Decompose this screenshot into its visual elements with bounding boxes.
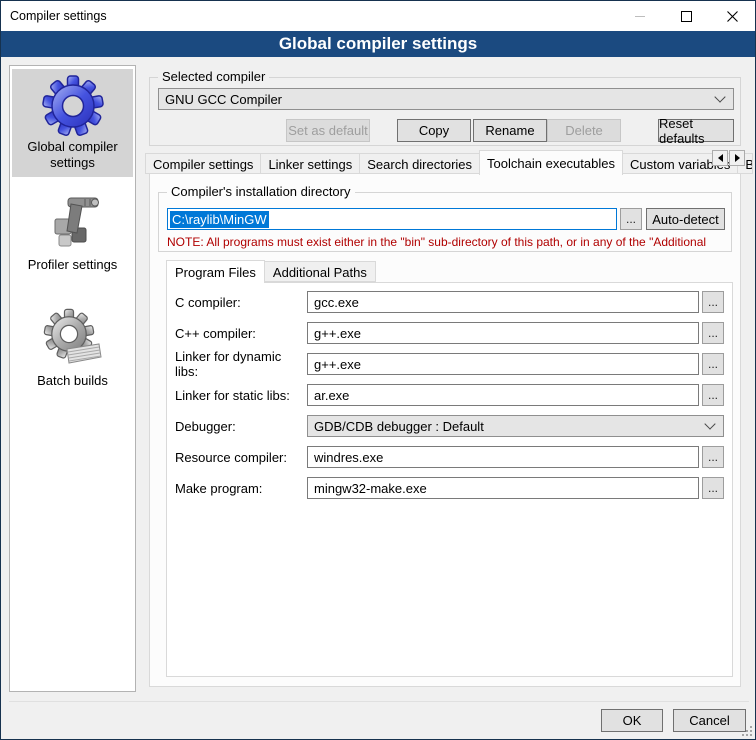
- tab-search-directories[interactable]: Search directories: [359, 153, 480, 174]
- field-label: C++ compiler:: [175, 326, 307, 341]
- triangle-left-icon: [714, 154, 723, 162]
- sidebar-item-global-compiler-settings[interactable]: Global compiler settings: [12, 69, 133, 177]
- caliper-tool-icon: [41, 191, 105, 255]
- row-make-program: Make program: mingw32-make.exe ...: [175, 477, 724, 499]
- sidebar-item-label: Batch builds: [12, 373, 133, 389]
- reset-defaults-button[interactable]: Reset defaults: [658, 119, 734, 142]
- main-tabs: Compiler settings Linker settings Search…: [145, 149, 747, 174]
- window-title: Compiler settings: [1, 9, 617, 23]
- selected-path-text: C:\raylib\MinGW: [170, 211, 269, 228]
- tab-compiler-settings[interactable]: Compiler settings: [145, 153, 261, 174]
- sidebar-item-batch-builds[interactable]: Batch builds: [12, 303, 133, 395]
- triangle-right-icon: [735, 154, 744, 162]
- debugger-select[interactable]: GDB/CDB debugger : Default: [307, 415, 724, 437]
- field-label: C compiler:: [175, 295, 307, 310]
- subtab-program-files[interactable]: Program Files: [166, 260, 265, 283]
- cpp-compiler-input[interactable]: g++.exe: [307, 322, 699, 344]
- field-label: Resource compiler:: [175, 450, 307, 465]
- row-cpp-compiler: C++ compiler: g++.exe ...: [175, 322, 724, 344]
- page-title: Global compiler settings: [1, 31, 755, 57]
- blue-gear-icon: [41, 73, 105, 137]
- resize-grip-icon[interactable]: [742, 726, 752, 736]
- sidebar-item-profiler-settings[interactable]: Profiler settings: [12, 187, 133, 279]
- installation-directory-browse-button[interactable]: ...: [620, 208, 642, 230]
- group-legend: Compiler's installation directory: [167, 184, 355, 199]
- close-button[interactable]: [709, 1, 755, 31]
- field-label: Debugger:: [175, 419, 307, 434]
- group-legend: Selected compiler: [158, 69, 269, 84]
- row-debugger: Debugger: GDB/CDB debugger : Default: [175, 415, 724, 437]
- chevron-down-icon: [714, 91, 725, 102]
- minimize-button[interactable]: [617, 1, 663, 31]
- field-label: Linker for static libs:: [175, 388, 307, 403]
- debugger-select-value: GDB/CDB debugger : Default: [314, 419, 484, 434]
- maximize-button[interactable]: [663, 1, 709, 31]
- field-label: Linker for dynamic libs:: [175, 349, 307, 379]
- c-compiler-browse-button[interactable]: ...: [702, 291, 724, 313]
- tab-scroll-left-button[interactable]: [712, 150, 728, 166]
- auto-detect-button[interactable]: Auto-detect: [646, 208, 725, 230]
- linker-static-browse-button[interactable]: ...: [702, 384, 724, 406]
- chevron-down-icon: [704, 418, 715, 429]
- compiler-select[interactable]: GNU GCC Compiler: [158, 88, 734, 110]
- settings-sidebar: Global compiler settings Profiler settin…: [9, 65, 136, 692]
- tab-scroll-right-button[interactable]: [729, 150, 745, 166]
- row-linker-dynamic: Linker for dynamic libs: g++.exe ...: [175, 353, 724, 375]
- row-c-compiler: C compiler: gcc.exe ...: [175, 291, 724, 313]
- delete-button[interactable]: Delete: [547, 119, 621, 142]
- close-icon: [727, 11, 738, 22]
- field-label: Make program:: [175, 481, 307, 496]
- make-program-browse-button[interactable]: ...: [702, 477, 724, 499]
- sidebar-item-label: Profiler settings: [12, 257, 133, 273]
- set-as-default-button[interactable]: Set as default: [286, 119, 370, 142]
- minimize-icon: [635, 16, 645, 17]
- note-text: NOTE: All programs must exist either in …: [167, 235, 725, 249]
- resource-compiler-input[interactable]: windres.exe: [307, 446, 699, 468]
- linker-dynamic-browse-button[interactable]: ...: [702, 353, 724, 375]
- footer-divider: [9, 701, 749, 702]
- selected-compiler-group: Selected compiler GNU GCC Compiler Set a…: [149, 77, 741, 146]
- program-subtabs: Program Files Additional Paths: [166, 259, 375, 282]
- sidebar-item-label: Global compiler settings: [12, 139, 133, 171]
- subtab-additional-paths[interactable]: Additional Paths: [264, 261, 376, 282]
- program-files-page: C compiler: gcc.exe ... C++ compiler: g+…: [166, 282, 733, 677]
- compiler-select-value: GNU GCC Compiler: [165, 92, 282, 107]
- cancel-button[interactable]: Cancel: [673, 709, 746, 732]
- title-bar: Compiler settings: [1, 1, 755, 31]
- installation-directory-group: Compiler's installation directory C:\ray…: [158, 192, 732, 252]
- row-resource-compiler: Resource compiler: windres.exe ...: [175, 446, 724, 468]
- row-linker-static: Linker for static libs: ar.exe ...: [175, 384, 724, 406]
- c-compiler-input[interactable]: gcc.exe: [307, 291, 699, 313]
- make-program-input[interactable]: mingw32-make.exe: [307, 477, 699, 499]
- tab-linker-settings[interactable]: Linker settings: [260, 153, 360, 174]
- compiler-settings-dialog: Compiler settings Global compiler settin…: [0, 0, 756, 740]
- resource-compiler-browse-button[interactable]: ...: [702, 446, 724, 468]
- maximize-icon: [681, 11, 692, 22]
- gray-gear-stack-icon: [41, 307, 105, 371]
- installation-directory-input[interactable]: C:\raylib\MinGW: [167, 208, 617, 230]
- rename-button[interactable]: Rename: [473, 119, 547, 142]
- linker-dynamic-input[interactable]: g++.exe: [307, 353, 699, 375]
- linker-static-input[interactable]: ar.exe: [307, 384, 699, 406]
- ok-button[interactable]: OK: [601, 709, 663, 732]
- copy-button[interactable]: Copy: [397, 119, 471, 142]
- cpp-compiler-browse-button[interactable]: ...: [702, 322, 724, 344]
- tab-toolchain-executables[interactable]: Toolchain executables: [479, 150, 623, 175]
- toolchain-executables-page: Compiler's installation directory C:\ray…: [149, 173, 741, 687]
